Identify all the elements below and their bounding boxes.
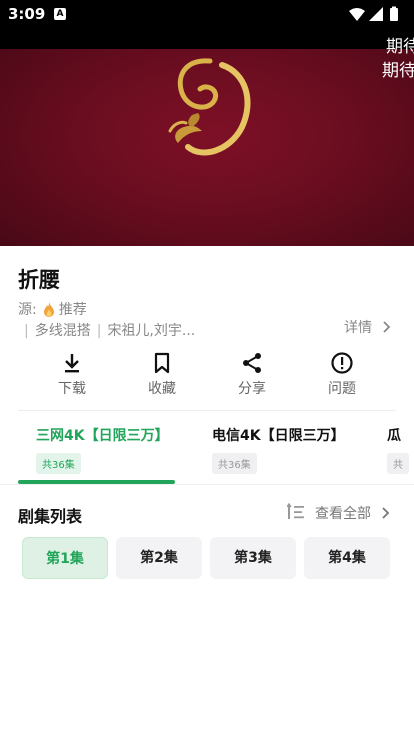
share-button[interactable]: 分享 [207,352,297,398]
line-tab-count: 共36集 [212,453,257,474]
signal-icon [369,7,383,21]
meta-separator: | [96,323,102,339]
details-link[interactable]: 详情 [344,317,394,337]
report-problem-label: 问题 [328,381,356,397]
tabs-divider [0,484,414,485]
bookmark-icon [154,352,170,374]
line-tab-third[interactable]: 瓜 共 [387,425,409,474]
active-tab-indicator [18,480,175,484]
action-bar: 下载 收藏 分享 问题 [27,352,387,400]
report-problem-button[interactable]: 问题 [297,352,387,398]
line-tab-dianxin[interactable]: 电信4K【日限三万】 共36集 [212,425,345,474]
episode-item[interactable]: 第3集 [210,537,296,579]
line-tab-sanwang[interactable]: 三网4K【日限三万】 共36集 [36,425,169,474]
chevron-right-icon [382,507,390,519]
episode-item[interactable]: 第2集 [116,537,202,579]
download-label: 下载 [58,381,86,397]
alert-icon [331,352,353,374]
show-title: 折腰 [18,268,60,292]
section-divider [18,410,396,411]
meta-tag: 多线混搭 [34,323,91,339]
show-meta: | 多线混搭 | 宋祖儿,刘宇... [18,320,195,340]
episode-grid: 第1集 第2集 第3集 第4集 [22,537,394,579]
show-logo-icon [168,58,251,156]
source-line-tabs: 三网4K【日限三万】 共36集 电信4K【日限三万】 共36集 瓜 共 [18,425,414,485]
danmaku-comment: 期待 [386,37,414,57]
system-status-icons [349,6,398,21]
view-all-episodes-link[interactable]: 查看全部 [315,503,393,523]
line-tab-name: 电信4K【日限三万】 [212,428,345,444]
details-label: 详情 [344,320,372,336]
share-icon [243,353,261,373]
battery-icon [390,8,398,21]
line-tab-name: 三网4K【日限三万】 [36,428,169,444]
episode-list-heading: 剧集列表 [18,507,83,526]
meta-tag: 宋祖儿,刘宇... [107,323,196,339]
source-label: 源: [18,302,37,318]
line-tab-count: 共36集 [36,453,81,474]
line-tab-name: 瓜 [387,428,401,444]
share-label: 分享 [238,381,266,397]
meta-separator: | [24,323,29,339]
download-icon [65,354,79,373]
favorite-button[interactable]: 收藏 [117,352,207,398]
view-all-label: 查看全部 [315,506,371,522]
line-tab-count: 共 [387,453,409,474]
danmaku-comment: 期待 [382,61,414,81]
status-time: 3:09 [8,5,46,23]
status-bar: 3:09 A [0,0,414,30]
wifi-icon [349,8,365,21]
episode-item[interactable]: 第4集 [304,537,390,579]
favorite-label: 收藏 [148,381,176,397]
download-button[interactable]: 下载 [27,352,117,398]
source-row[interactable]: 源: 推荐 [18,299,87,319]
episode-item[interactable]: 第1集 [22,537,108,579]
sort-icon[interactable] [287,503,305,521]
chevron-right-icon [383,321,391,333]
notification-icon: A [54,8,66,20]
source-value: 推荐 [58,302,87,318]
fire-icon [43,301,54,317]
video-player[interactable]: 期待 期待 [0,30,414,246]
